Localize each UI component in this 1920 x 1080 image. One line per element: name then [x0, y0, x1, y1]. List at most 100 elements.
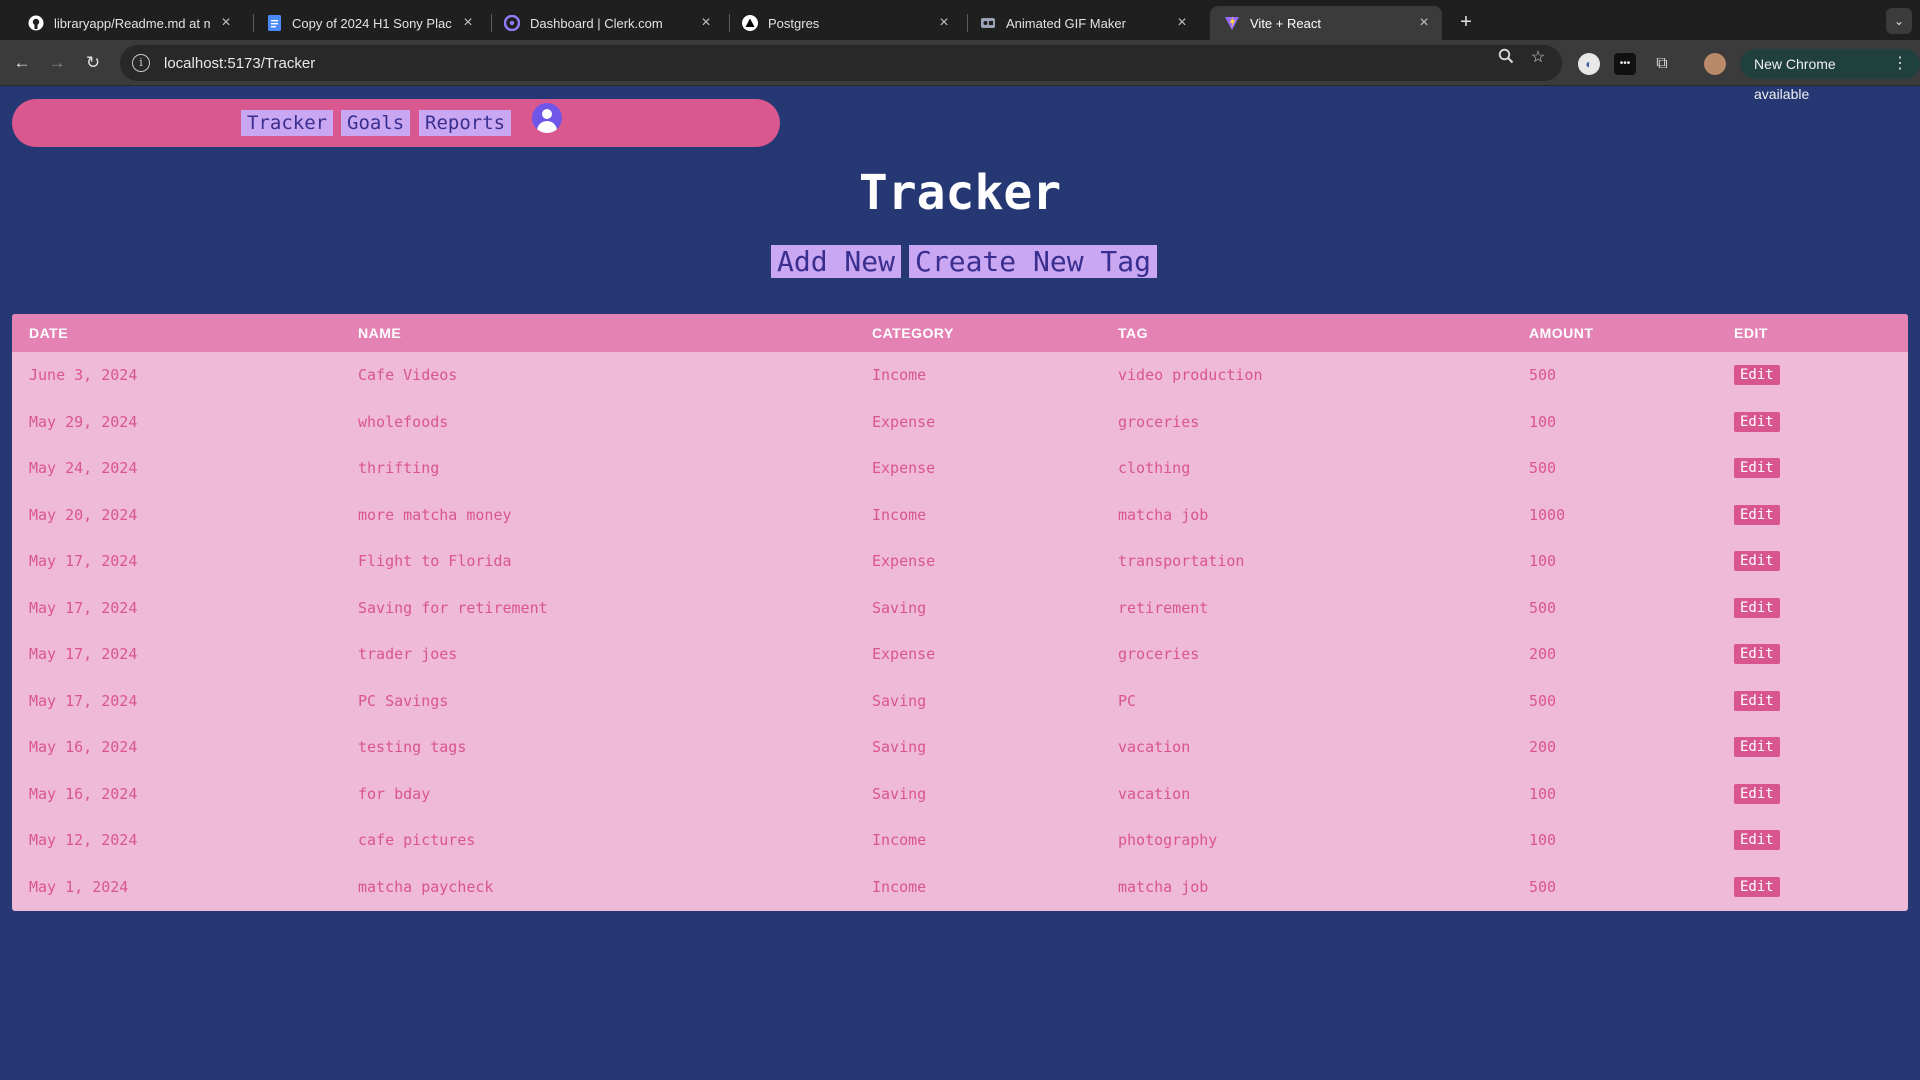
edit-button[interactable]: Edit — [1734, 783, 1780, 804]
new-tab-button[interactable]: + — [1452, 8, 1480, 36]
reload-icon[interactable]: ↻ — [80, 50, 106, 76]
column-header-edit: EDIT — [1734, 325, 1768, 341]
edit-button[interactable]: Edit — [1734, 551, 1780, 572]
cell-date: May 20, 2024 — [29, 505, 138, 524]
kebab-menu-icon[interactable]: ⋮ — [1892, 49, 1908, 79]
nav-link-reports[interactable]: Reports — [419, 110, 512, 136]
cell-name: testing tags — [358, 738, 467, 757]
cell-date: May 17, 2024 — [29, 645, 138, 664]
cell-edit: Edit — [1717, 771, 1908, 818]
extension-dots-icon[interactable]: ••• — [1614, 53, 1636, 75]
edit-button[interactable]: Edit — [1734, 458, 1780, 479]
cell-date: June 3, 2024 — [29, 366, 138, 385]
profile-avatar[interactable] — [1704, 53, 1726, 75]
cell-category: Saving — [872, 784, 927, 803]
add-new-button[interactable]: Add New — [771, 245, 902, 278]
cell-name: cafe pictures — [358, 831, 476, 850]
column-header-amount: AMOUNT — [1529, 325, 1594, 341]
back-arrow-icon[interactable]: ← — [9, 50, 35, 76]
cell-name: Cafe Videos — [358, 366, 458, 385]
tab-title: Copy of 2024 H1 Sony Placem — [292, 15, 452, 31]
cell-edit: Edit — [1717, 445, 1908, 492]
site-info-icon[interactable]: i — [132, 54, 150, 72]
cell-tag: transportation — [1118, 552, 1245, 571]
chrome-update-button[interactable]: New Chrome available ⋮ — [1740, 49, 1920, 102]
close-tab-icon[interactable]: × — [698, 14, 714, 32]
github-icon — [28, 15, 44, 31]
table-row: May 20, 2024 more matcha money Income match… — [12, 492, 1908, 539]
create-new-tag-button[interactable]: Create New Tag — [909, 245, 1158, 278]
cell-edit: Edit — [1717, 817, 1908, 864]
nav-link-goals[interactable]: Goals — [341, 110, 411, 136]
cell-tag: clothing — [1118, 459, 1191, 478]
cell-edit: Edit — [1717, 631, 1908, 678]
cell-tag: photography — [1118, 831, 1218, 850]
cell-date: May 1, 2024 — [29, 877, 129, 896]
edit-button[interactable]: Edit — [1734, 690, 1780, 711]
cell-date: May 12, 2024 — [29, 831, 138, 850]
browser-tab[interactable]: Dashboard | Clerk.com × — [490, 6, 724, 40]
cell-category: Expense — [872, 412, 936, 431]
bookmark-star-icon[interactable]: ☆ — [1528, 48, 1548, 68]
edit-button[interactable]: Edit — [1734, 504, 1780, 525]
browser-tab[interactable]: Copy of 2024 H1 Sony Placem × — [252, 6, 486, 40]
zoom-icon[interactable] — [1496, 48, 1516, 68]
edit-button[interactable]: Edit — [1734, 737, 1780, 758]
cell-category: Expense — [872, 552, 936, 571]
cell-tag: vacation — [1118, 738, 1191, 757]
cell-amount: 500 — [1529, 598, 1557, 617]
cell-category: Saving — [872, 691, 927, 710]
close-tab-icon[interactable]: × — [218, 14, 234, 32]
cell-name: PC Savings — [358, 691, 449, 710]
cell-date: May 17, 2024 — [29, 552, 138, 571]
cell-name: wholefoods — [358, 412, 449, 431]
browser-tab-active[interactable]: Vite + React × — [1210, 6, 1442, 40]
cell-category: Income — [872, 877, 927, 896]
cell-category: Expense — [872, 645, 936, 664]
cell-amount: 200 — [1529, 645, 1557, 664]
table-row: May 16, 2024 testing tags Saving vacation 20… — [12, 724, 1908, 771]
extensions-puzzle-icon[interactable]: ⧉ — [1651, 53, 1673, 75]
edit-button[interactable]: Edit — [1734, 365, 1780, 386]
extension-compass-icon[interactable]: ◐ — [1578, 53, 1600, 75]
gif-maker-icon — [980, 15, 996, 31]
table-row: May 17, 2024 PC Savings Saving PC 500 Edit — [12, 678, 1908, 725]
user-avatar-icon[interactable] — [532, 103, 562, 133]
tab-search-icon[interactable]: ⌄ — [1886, 8, 1912, 34]
edit-button[interactable]: Edit — [1734, 597, 1780, 618]
edit-button[interactable]: Edit — [1734, 411, 1780, 432]
cell-amount: 500 — [1529, 691, 1557, 710]
column-header-date: DATE — [29, 325, 69, 341]
browser-tab[interactable]: Animated GIF Maker × — [966, 6, 1200, 40]
cell-date: May 16, 2024 — [29, 784, 138, 803]
forward-arrow-icon[interactable]: → — [44, 50, 70, 76]
transactions-table: DATE NAME CATEGORY TAG AMOUNT EDIT June … — [12, 314, 1908, 911]
close-tab-icon[interactable]: × — [460, 14, 476, 32]
edit-button[interactable]: Edit — [1734, 644, 1780, 665]
cell-date: May 16, 2024 — [29, 738, 138, 757]
edit-button[interactable]: Edit — [1734, 876, 1780, 897]
column-header-category: CATEGORY — [872, 325, 954, 341]
nav-link-tracker[interactable]: Tracker — [241, 110, 334, 136]
column-header-tag: TAG — [1118, 325, 1149, 341]
browser-tab[interactable]: Postgres × — [728, 6, 962, 40]
cell-category: Saving — [872, 598, 927, 617]
cell-category: Expense — [872, 459, 936, 478]
column-header-name: NAME — [358, 325, 402, 341]
edit-button[interactable]: Edit — [1734, 830, 1780, 851]
cell-tag: matcha job — [1118, 877, 1209, 896]
vercel-icon — [742, 15, 758, 31]
address-bar[interactable]: i localhost:5173/Tracker — [120, 45, 1562, 81]
url-text[interactable]: localhost:5173/Tracker — [164, 55, 315, 72]
table-row: June 3, 2024 Cafe Videos Income video produ… — [12, 352, 1908, 399]
table-row: May 16, 2024 for bday Saving vacation 100 Edi… — [12, 771, 1908, 818]
tab-title: Vite + React — [1250, 15, 1321, 31]
tab-title: Animated GIF Maker — [1006, 15, 1126, 31]
cell-category: Income — [872, 505, 927, 524]
browser-tab[interactable]: libraryapp/Readme.md at mai × — [14, 6, 244, 40]
close-tab-icon[interactable]: × — [1416, 14, 1432, 32]
close-tab-icon[interactable]: × — [1174, 14, 1190, 32]
cell-edit: Edit — [1717, 678, 1908, 725]
table-header-row: DATE NAME CATEGORY TAG AMOUNT EDIT — [12, 314, 1908, 352]
close-tab-icon[interactable]: × — [936, 14, 952, 32]
